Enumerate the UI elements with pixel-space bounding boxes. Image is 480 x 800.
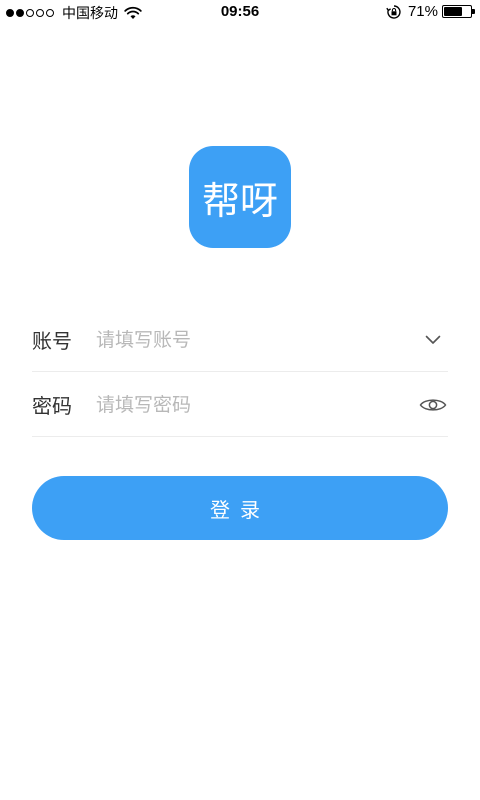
- password-row: 密码: [32, 373, 448, 437]
- battery-icon: [442, 5, 475, 18]
- app-logo: 帮呀: [189, 146, 291, 248]
- login-button[interactable]: 登录: [32, 476, 448, 540]
- app-logo-text: 帮呀: [202, 170, 278, 225]
- status-bar-right: 71%: [386, 3, 475, 20]
- app-logo-char-1: 帮: [201, 178, 240, 223]
- status-bar: 中国移动 09:56 71%: [0, 0, 480, 24]
- account-input[interactable]: [96, 328, 418, 351]
- app-logo-char-2: 呀: [240, 178, 279, 223]
- rotation-lock-icon: [386, 4, 401, 19]
- eye-icon[interactable]: [418, 390, 448, 420]
- chevron-down-icon[interactable]: [418, 325, 448, 355]
- password-label: 密码: [32, 394, 72, 418]
- battery-tip: [472, 9, 475, 14]
- account-label: 账号: [32, 329, 72, 353]
- password-input[interactable]: [96, 393, 418, 416]
- battery-fill: [444, 7, 463, 16]
- login-screen: 中国移动 09:56 71% 帮呀 账号 请填写账号 密码 登录: [0, 0, 480, 800]
- battery-percent: 71%: [407, 3, 438, 20]
- account-row: 账号: [32, 308, 448, 372]
